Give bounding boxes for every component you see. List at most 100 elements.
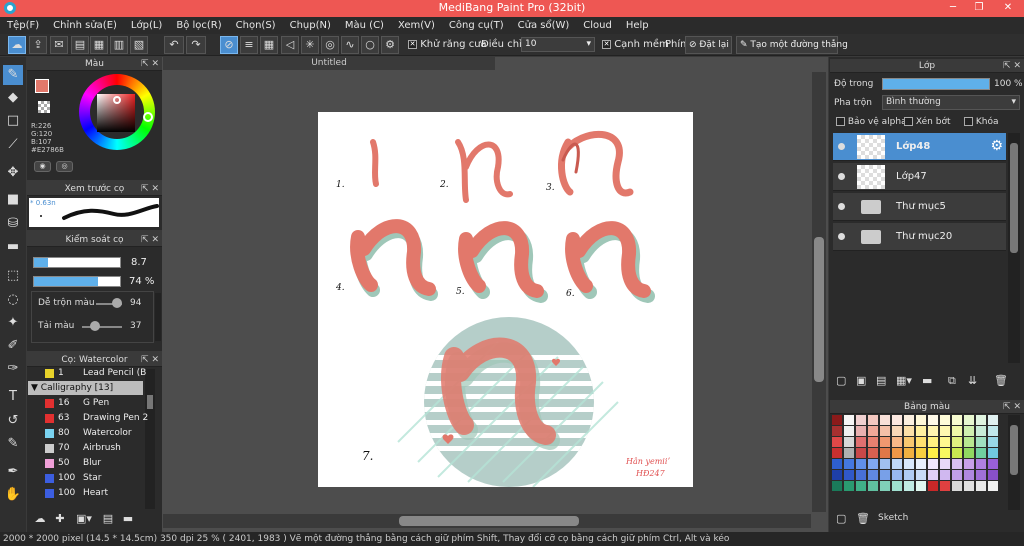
cloud-icon[interactable]: ☁ [8,36,26,54]
palette-swatch[interactable] [916,415,926,425]
palette-swatch[interactable] [940,459,950,469]
folder-row[interactable]: Thư mục5 [833,193,1006,221]
palette-swatch[interactable] [868,426,878,436]
palette-swatch[interactable] [832,426,842,436]
palette-swatch[interactable] [940,448,950,458]
palette-swatch[interactable] [940,481,950,491]
brush-tool-icon[interactable]: ✎ [3,65,23,85]
palette-swatch[interactable] [892,448,902,458]
palette-swatch[interactable] [976,426,986,436]
layer-blend-select[interactable]: Bình thường ▾ [882,95,1020,110]
drawing-paper[interactable]: 1. 2. 3. 4. 5. 6. 7. Hân yemiiʼ HĐ247 [318,112,693,488]
menu-edit[interactable]: Chỉnh sửa(E) [46,17,124,34]
menu-window[interactable]: Cửa sổ(W) [511,17,577,34]
blend-slider-handle[interactable] [112,298,122,308]
snap-settings-icon[interactable]: ⚙ [381,36,399,54]
palette-swatch[interactable] [916,459,926,469]
palette-swatch[interactable] [904,481,914,491]
palette-swatch[interactable] [880,481,890,491]
delete-palette-icon[interactable]: 🗑 [856,512,870,525]
palette-swatch[interactable] [964,470,974,480]
snap-ellipse-icon[interactable]: ○ [361,36,379,54]
palette-swatch[interactable] [832,448,842,458]
palette-swatch[interactable] [844,459,854,469]
canvas-hscroll-thumb[interactable] [399,516,579,526]
soft-edge-checkbox[interactable]: ✕ Cạnh mềm [602,39,669,50]
palette-swatch[interactable] [952,481,962,491]
list-item[interactable]: 100 Star [28,471,143,486]
canvas-vscroll-thumb[interactable] [814,237,824,382]
palette-swatch[interactable] [952,415,962,425]
snap-parallel-icon[interactable]: ≡ [240,36,258,54]
palette-swatch[interactable] [952,437,962,447]
protect-alpha-checkbox[interactable]: Bảo vệ alpha [836,117,907,127]
layer-row-selected[interactable]: Lớp48 ⚙ [833,133,1006,161]
palette-swatch[interactable] [904,448,914,458]
list-item[interactable]: 63 Drawing Pen 2 [28,411,148,426]
snap-curve-icon[interactable]: ∿ [341,36,359,54]
menu-layer[interactable]: Lớp(L) [124,17,169,34]
palette-swatch[interactable] [976,448,986,458]
palette-swatch[interactable] [928,481,938,491]
merge-layer-icon[interactable]: ⇊ [968,374,977,387]
lock-checkbox[interactable]: Khóa [964,117,999,127]
snap-circle-icon[interactable]: ◎ [321,36,339,54]
layout-icon[interactable]: ▧ [130,36,148,54]
palette-swatch[interactable] [880,415,890,425]
eye-icon[interactable] [838,173,845,180]
palette-swatch[interactable] [964,448,974,458]
document-tab[interactable]: Untitled [163,57,495,70]
maximize-button[interactable]: ❐ [966,0,992,17]
bucket-tool-icon[interactable]: ⛁ [3,214,23,234]
palette-swatch[interactable] [892,415,902,425]
load-slider-handle[interactable] [90,321,100,331]
new-layer-halftone-icon[interactable]: ▣ [856,374,866,387]
add-brush-icon[interactable]: ✚ [51,512,69,529]
palette-swatch[interactable] [976,459,986,469]
rect-tool-icon[interactable]: □ [3,111,23,131]
cloud-brush-icon[interactable]: ☁ [31,512,49,529]
lasso-tool-icon[interactable]: ◌ [3,290,23,310]
palette-swatch[interactable] [916,426,926,436]
list-item[interactable]: 16 G Pen [28,396,143,411]
palette-swatch[interactable] [856,459,866,469]
slider-mode-button[interactable]: ◎ [56,161,73,172]
palette-swatch[interactable] [988,481,998,491]
panel-close-icon[interactable]: ⇱ ✕ [1003,400,1021,414]
menu-file[interactable]: Tệp(F) [0,17,46,34]
palette-swatch[interactable] [868,459,878,469]
palette-swatch[interactable] [952,459,962,469]
new-palette-icon[interactable]: ▢ [836,512,846,525]
menu-filter[interactable]: Bộ lọc(R) [169,17,228,34]
menu-color[interactable]: Màu (C) [338,17,391,34]
divide-tool-icon[interactable]: ✎ [3,434,23,454]
palette-swatch[interactable] [844,448,854,458]
panel-close-icon[interactable]: ⇱ ✕ [141,233,159,247]
layer-list-scrollbar[interactable] [1008,133,1020,363]
palette-swatch[interactable] [844,426,854,436]
panel-close-icon[interactable]: ⇱ ✕ [141,182,159,196]
fill-rect-tool-icon[interactable]: ■ [3,190,23,210]
palette-swatch[interactable] [928,470,938,480]
undo-icon[interactable]: ↶ [164,36,184,54]
palette-swatch[interactable] [892,481,902,491]
gear-icon[interactable]: ⚙ [990,138,1003,154]
palette-swatch[interactable] [880,426,890,436]
palette-swatch[interactable] [916,437,926,447]
palette-swatch[interactable] [844,437,854,447]
palette-swatch[interactable] [904,415,914,425]
select-eraser-icon[interactable]: ✑ [3,359,23,379]
antialias-checkbox[interactable]: ✕ Khử răng cưa [408,39,487,50]
doc-icon[interactable]: ▦ [90,36,108,54]
brush-control-scrollbar[interactable] [155,293,161,341]
palette-swatch[interactable] [880,437,890,447]
palette-swatch[interactable] [856,415,866,425]
brush-group-header[interactable]: ▼ Calligraphy [13] [28,381,143,395]
menu-cloud[interactable]: Cloud [576,17,619,34]
palette-swatch[interactable] [856,426,866,436]
panel-close-icon[interactable]: ⇱ ✕ [141,353,159,367]
palette-swatch[interactable] [868,470,878,480]
palette-swatch[interactable] [880,459,890,469]
palette-swatch[interactable] [868,415,878,425]
palette-swatch[interactable] [988,459,998,469]
